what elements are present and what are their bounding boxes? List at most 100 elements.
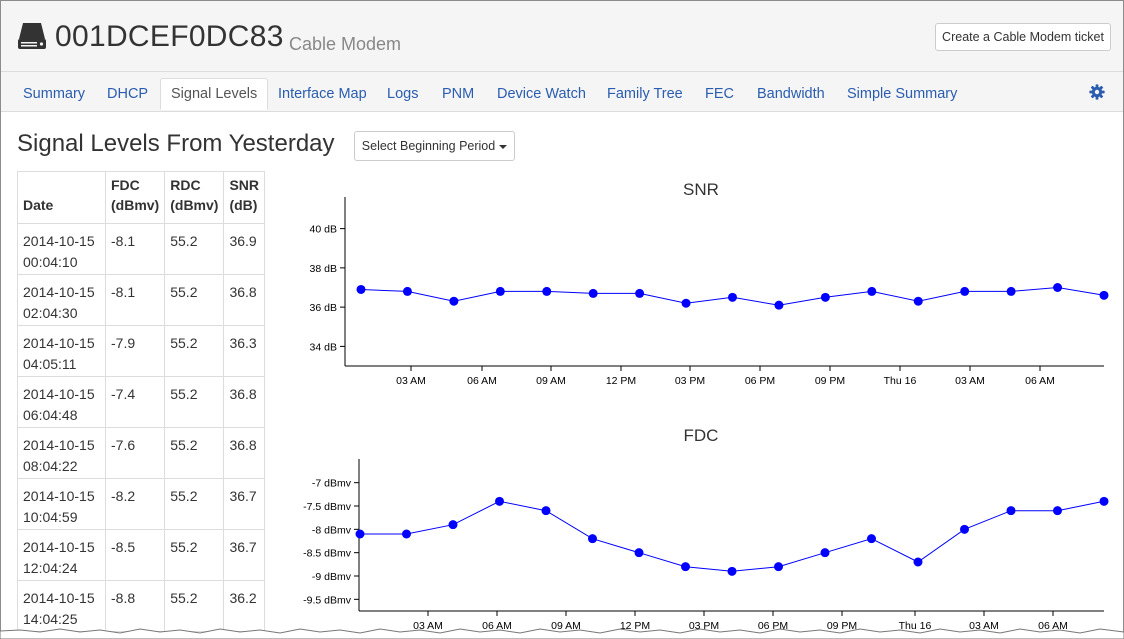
- snr-x-tick-label: 03 PM: [675, 375, 705, 387]
- fdc-data-point: [402, 529, 411, 539]
- fdc-data-point: [634, 548, 644, 558]
- cell-snr: 36.7: [223, 478, 266, 530]
- tab-simple-summary[interactable]: Simple Summary: [847, 78, 957, 110]
- snr-data-point: [913, 296, 923, 306]
- snr-x-tick-label: 09 PM: [815, 375, 845, 387]
- cell-fdc: -7.4: [104, 376, 166, 428]
- snr-data-point: [356, 284, 366, 294]
- cell-rdc: 55.2: [164, 529, 225, 581]
- snr-data-point: [1006, 286, 1016, 296]
- snr-data-point: [402, 286, 412, 296]
- tab-dhcp[interactable]: DHCP: [107, 78, 148, 110]
- snr-data-point: [635, 288, 645, 298]
- select-period-button[interactable]: Select Beginning Period: [354, 131, 515, 161]
- snr-data-point: [681, 298, 691, 308]
- fdc-data-point: [681, 562, 690, 572]
- cell-fdc: -8.2: [104, 478, 166, 530]
- hard-drive-icon: [18, 23, 46, 49]
- create-ticket-button[interactable]: Create a Cable Modem ticket: [935, 23, 1111, 51]
- header-snr: SNR (dB): [223, 171, 266, 224]
- snr-x-tick-label: 12 PM: [606, 375, 636, 387]
- fdc-data-point: [727, 566, 737, 576]
- tab-device-watch[interactable]: Device Watch: [497, 78, 586, 110]
- cell-fdc: -8.8: [104, 580, 166, 632]
- snr-data-point: [774, 300, 784, 310]
- tab-bandwidth[interactable]: Bandwidth: [757, 78, 825, 110]
- fdc-data-point: [1006, 506, 1016, 516]
- cell-rdc: 55.2: [164, 478, 225, 530]
- fdc-data-point: [913, 557, 923, 567]
- fdc-y-tick-label: -8.5 dBmv: [303, 548, 352, 560]
- tab-summary[interactable]: Summary: [23, 78, 85, 110]
- snr-x-tick-label: 09 AM: [536, 375, 566, 387]
- snr-y-tick-label: 40 dB: [310, 224, 337, 236]
- cell-date: 2014-10-15 02:04:30: [17, 274, 106, 326]
- gear-icon[interactable]: [1089, 84, 1105, 100]
- fdc-series-line: [360, 500, 1105, 572]
- fdc-data-point: [495, 496, 504, 506]
- snr-data-point: [1053, 283, 1063, 292]
- cell-date: 2014-10-15 10:04:59: [17, 478, 106, 530]
- fdc-data-point: [355, 529, 365, 539]
- fdc-data-point: [588, 534, 597, 544]
- snr-chart-title: SNR: [683, 180, 719, 199]
- device-id: 001DCEF0DC83: [55, 20, 284, 53]
- table-row: 2014-10-15 12:04:24 -8.5 55.2 36.7: [17, 529, 266, 581]
- snr-x-tick-label: 03 AM: [955, 375, 985, 387]
- select-period-label: Select Beginning Period: [361, 139, 496, 153]
- cell-snr: 36.2: [223, 580, 266, 632]
- snr-x-tick-label: 06 PM: [745, 375, 775, 387]
- tab-signal-levels[interactable]: Signal Levels: [160, 78, 269, 110]
- snr-data-point: [728, 292, 737, 302]
- tab-family-tree[interactable]: Family Tree: [607, 78, 683, 110]
- fdc-data-point: [448, 520, 458, 530]
- cell-date: 2014-10-15 04:05:11: [17, 325, 106, 377]
- fdc-data-point: [541, 506, 551, 516]
- header-date: Date: [17, 171, 106, 224]
- table-row: 2014-10-15 14:04:25 -8.8 55.2 36.2: [17, 580, 266, 632]
- caret-down-icon: [499, 145, 508, 149]
- snr-data-point: [542, 286, 552, 296]
- snr-data-point: [867, 286, 877, 296]
- tab-interface-map[interactable]: Interface Map: [278, 78, 367, 110]
- snr-data-point: [1099, 290, 1109, 300]
- table-row: 2014-10-15 08:04:22 -7.6 55.2 36.8: [17, 427, 266, 479]
- signal-levels-table: Date FDC (dBmv) RDC (dBmv) SNR (dB) 2014-10…: [17, 171, 266, 632]
- fdc-y-tick-label: -7 dBmv: [312, 478, 352, 490]
- tab-pnm[interactable]: PNM: [442, 78, 474, 110]
- torn-edge: [0, 628, 1124, 639]
- fdc-data-point: [820, 548, 830, 558]
- tab-logs[interactable]: Logs: [387, 78, 418, 110]
- page-title: Signal Levels From Yesterday: [17, 130, 335, 157]
- tab-bar: Summary DHCP Signal Levels Interface Map…: [1, 72, 1123, 112]
- cell-rdc: 55.2: [164, 427, 225, 479]
- fdc-y-tick-label: -8 dBmv: [312, 524, 352, 536]
- cell-date: 2014-10-15 14:04:25: [17, 580, 106, 632]
- snr-y-tick-label: 34 dB: [310, 341, 337, 353]
- cell-snr: 36.9: [223, 223, 266, 275]
- app-window: 001DCEF0DC83 Cable Modem Create a Cable …: [0, 0, 1124, 639]
- table-row: 2014-10-15 00:04:10 -8.1 55.2 36.9: [17, 223, 266, 275]
- snr-data-point: [820, 292, 830, 302]
- snr-y-tick-label: 38 dB: [310, 263, 337, 275]
- fdc-data-point: [1099, 496, 1109, 506]
- table-row: 2014-10-15 02:04:30 -8.1 55.2 36.8: [17, 274, 266, 326]
- device-header: 001DCEF0DC83 Cable Modem Create a Cable …: [1, 1, 1123, 72]
- snr-chart: SNR 40 dB 38 dB 36 dB 34 dB 03 AM 06 AM 09 AM 12…: [310, 180, 1109, 387]
- snr-data-point: [495, 286, 505, 296]
- cell-rdc: 55.2: [164, 376, 225, 428]
- cell-snr: 36.8: [223, 274, 266, 326]
- snr-data-point: [588, 288, 598, 298]
- snr-x-tick-label: 06 AM: [1025, 375, 1055, 387]
- snr-data-point: [449, 296, 459, 306]
- cell-rdc: 55.2: [164, 580, 225, 632]
- snr-x-tick-label: Thu 16: [884, 375, 917, 387]
- table-row: 2014-10-15 10:04:59 -8.2 55.2 36.7: [17, 478, 266, 530]
- cell-snr: 36.7: [223, 529, 266, 581]
- fdc-data-point: [867, 534, 876, 544]
- header-rdc: RDC (dBmv): [164, 171, 225, 224]
- tab-fec[interactable]: FEC: [705, 78, 734, 110]
- device-type: Cable Modem: [289, 34, 402, 54]
- cell-fdc: -8.1: [104, 274, 166, 326]
- table-row: 2014-10-15 04:05:11 -7.9 55.2 36.3: [17, 325, 266, 377]
